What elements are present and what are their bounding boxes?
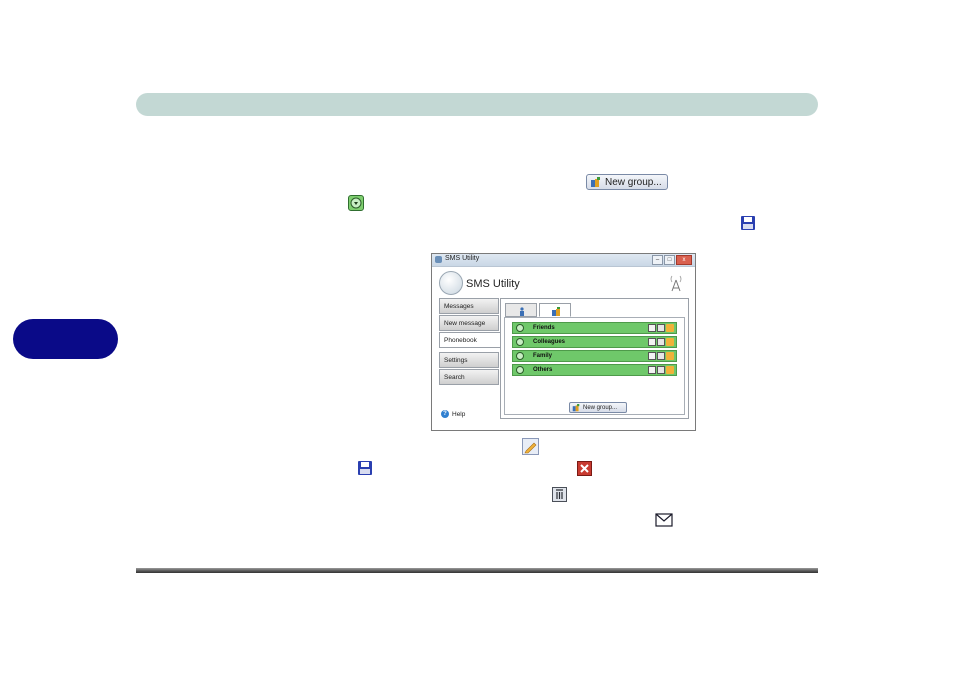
edit-icon[interactable] [666,324,674,332]
group-icon [552,307,560,316]
trash-icon[interactable] [657,352,665,360]
trash-icon [552,487,567,502]
group-row-family[interactable]: Family [512,350,677,362]
expand-icon [348,195,364,211]
contact-icon [520,307,524,316]
edit-icon[interactable] [666,366,674,374]
mail-icon[interactable] [648,366,656,374]
group-name: Family [533,353,553,359]
close-button[interactable]: x [676,255,692,265]
maximize-button[interactable]: □ [664,255,675,265]
group-row-colleagues[interactable]: Colleagues [512,336,677,348]
group-row-friends[interactable]: Friends [512,322,677,334]
phonebook-panel: Friends Colleagues Family Others New gro… [500,298,689,419]
save-icon [741,216,755,230]
trash-icon[interactable] [657,324,665,332]
window-title: SMS Utility [445,255,480,262]
chapter-tab [13,319,118,359]
save-icon [358,461,372,475]
nav-item-messages[interactable]: Messages [439,298,499,314]
expand-icon[interactable] [516,352,524,360]
app-title: SMS Utility [466,278,520,290]
expand-icon[interactable] [516,324,524,332]
footer-rule [136,568,818,573]
app-logo [439,271,463,295]
nav-item-search[interactable]: Search [439,369,499,385]
page-header-bar [136,93,818,116]
trash-icon[interactable] [657,338,665,346]
edit-icon[interactable] [666,352,674,360]
app-small-icon [435,256,442,263]
mail-icon[interactable] [648,324,656,332]
sms-utility-window: SMS Utility – □ x SMS Utility Messages N… [431,253,696,431]
tab-contacts[interactable] [505,303,537,317]
new-group-button[interactable]: New group... [569,402,627,413]
mail-icon[interactable] [648,338,656,346]
new-group-label: New group... [583,404,618,411]
expand-icon[interactable] [516,338,524,346]
mail-icon[interactable] [648,352,656,360]
nav-item-new-message[interactable]: New message [439,315,499,331]
group-name: Friends [533,325,555,331]
help-link[interactable]: ? Help [441,410,465,418]
group-list: Friends Colleagues Family Others New gro… [504,317,685,415]
help-icon: ? [441,410,449,418]
inline-new-group-button: New group... [586,174,668,190]
group-name: Colleagues [533,339,566,345]
nav-item-phonebook[interactable]: Phonebook [439,332,501,348]
inline-new-group-label: New group... [605,176,662,188]
group-name: Others [533,367,553,373]
minimize-button[interactable]: – [652,255,663,265]
tab-groups[interactable] [539,303,571,317]
edit-icon [522,438,539,455]
nav-item-settings[interactable]: Settings [439,352,499,368]
trash-icon[interactable] [657,366,665,374]
antenna-icon [670,275,682,292]
new-group-icon [591,176,600,187]
new-group-icon [572,403,580,411]
edit-icon[interactable] [666,338,674,346]
group-row-others[interactable]: Others [512,364,677,376]
help-label: Help [452,410,466,418]
cancel-icon [577,461,592,476]
window-titlebar: SMS Utility – □ x [432,254,695,267]
mail-icon [655,513,673,527]
expand-icon[interactable] [516,366,524,374]
